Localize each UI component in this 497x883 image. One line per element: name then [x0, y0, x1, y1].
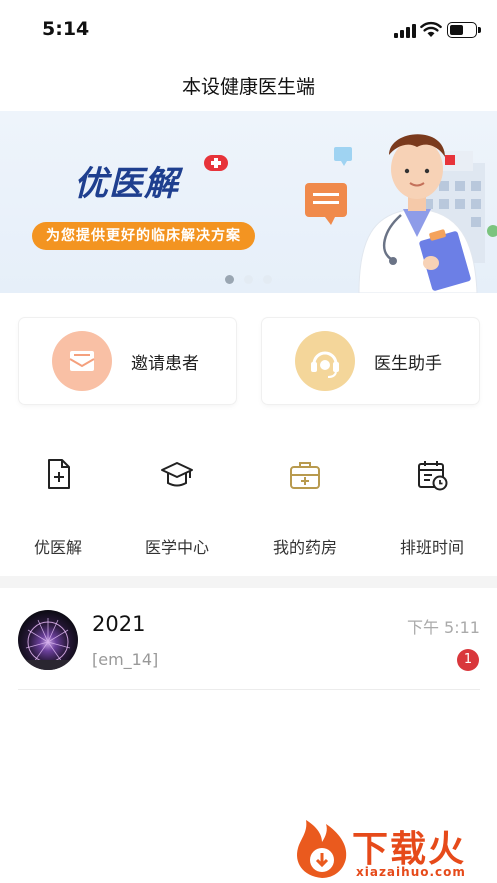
- doctor-assistant-card[interactable]: 医生助手: [262, 318, 479, 404]
- menu-label: 优医解: [33, 538, 82, 557]
- section-divider: [0, 576, 497, 588]
- watermark-domain: xiazaihuo.com: [356, 865, 466, 879]
- invite-patient-label: 邀请患者: [131, 354, 199, 374]
- mail-icon: [69, 351, 95, 371]
- menu-label: 排班时间: [399, 538, 464, 557]
- conversation-item[interactable]: 2021 [em_14] 下午 5:11 1: [18, 598, 480, 690]
- page-title: 本设健康医生端: [181, 76, 315, 98]
- card-icon-circle: [52, 331, 112, 391]
- banner-carousel[interactable]: 优医解 为您提供更好的临床解决方案: [0, 111, 497, 293]
- card-icon-circle: [295, 331, 355, 391]
- battery-icon: [447, 22, 481, 38]
- menu-item-my-pharmacy[interactable]: 我的药房: [250, 456, 360, 558]
- carousel-dot[interactable]: [244, 275, 253, 284]
- calendar-clock-icon: [418, 461, 448, 491]
- conversation-time: 下午 5:11: [406, 618, 480, 637]
- doctor-illustration: [305, 134, 497, 293]
- headset-icon: [311, 351, 339, 378]
- watermark-logo: 下载火 xiazaihuo.com: [292, 818, 497, 883]
- wifi-icon: [420, 21, 442, 37]
- carousel-dot[interactable]: [225, 275, 234, 284]
- medical-kit-icon: [290, 462, 320, 489]
- document-add-icon: [48, 459, 70, 489]
- graduation-cap-icon: [161, 462, 193, 487]
- menu-label: 我的药房: [272, 538, 337, 557]
- status-bar: 5:14: [0, 0, 497, 60]
- carousel-dot[interactable]: [263, 275, 272, 284]
- banner-slogan: 为您提供更好的临床解决方案: [32, 222, 255, 250]
- status-time: 5:14: [42, 18, 90, 40]
- menu-item-schedule[interactable]: 排班时间: [377, 456, 487, 558]
- menu-item-youyijie[interactable]: 优医解: [3, 456, 113, 558]
- conversation-name: 2021: [92, 612, 146, 636]
- banner-brand: 优医解: [74, 164, 179, 204]
- unread-badge: 1: [457, 649, 479, 671]
- menu-item-medical-center[interactable]: 医学中心: [122, 456, 232, 558]
- carousel-indicator: [225, 269, 282, 288]
- avatar: [18, 610, 78, 670]
- doctor-assistant-label: 医生助手: [374, 354, 442, 374]
- flame-icon: [297, 820, 347, 878]
- invite-patient-card[interactable]: 邀请患者: [19, 318, 236, 404]
- medical-cross-icon: [204, 155, 228, 171]
- cellular-signal-icon: [394, 24, 416, 38]
- conversation-preview: [em_14]: [92, 650, 159, 669]
- menu-label: 医学中心: [144, 538, 209, 557]
